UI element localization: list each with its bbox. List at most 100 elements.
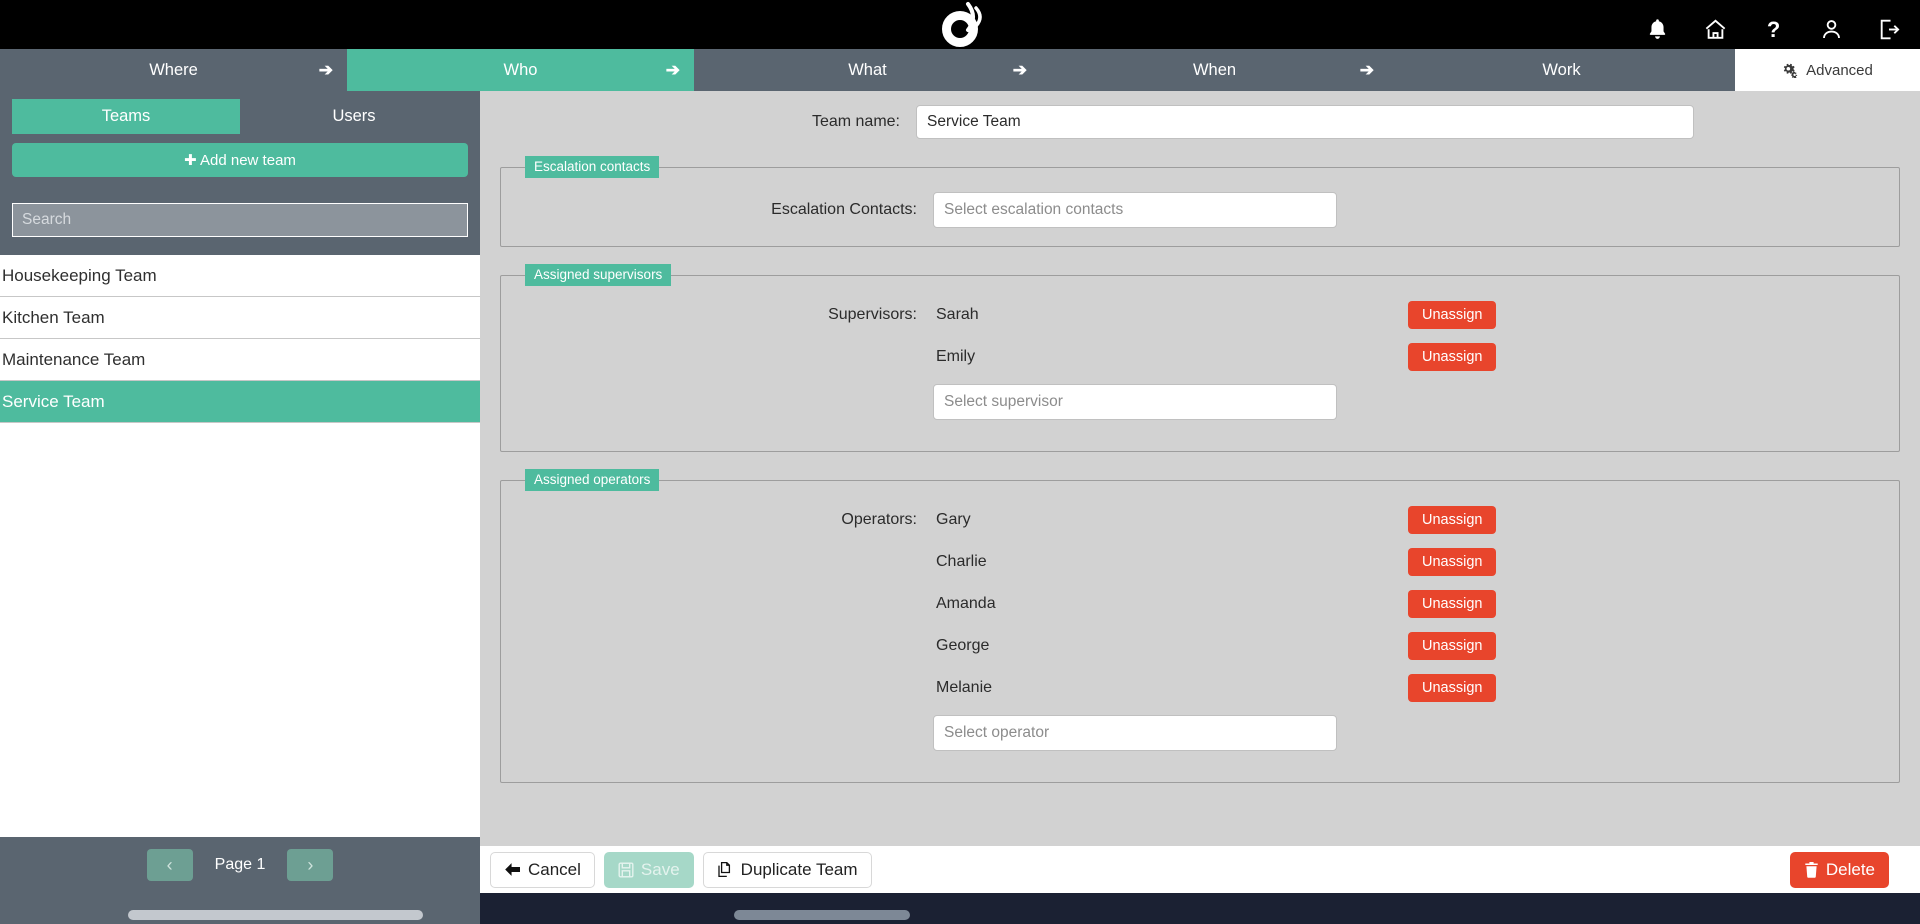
sidebar-tabs: Teams Users xyxy=(12,99,468,134)
next-page-button[interactable]: › xyxy=(287,849,333,881)
operator-row: Amanda Unassign xyxy=(517,589,1883,618)
chevron-right-icon: ➔ xyxy=(1360,62,1374,79)
wizard-step-when[interactable]: When ➔ xyxy=(1041,49,1388,91)
supervisor-select-row xyxy=(517,384,1883,420)
wizard-step-label: Work xyxy=(1542,61,1580,80)
operator-row: George Unassign xyxy=(517,631,1883,660)
plus-icon: ✚ xyxy=(184,152,197,169)
duplicate-team-button[interactable]: Duplicate Team xyxy=(703,852,872,888)
team-name-label: Kitchen Team xyxy=(2,308,105,328)
unassign-operator-button[interactable]: Unassign xyxy=(1408,506,1496,534)
wizard-step-where[interactable]: Where ➔ xyxy=(0,49,347,91)
wizard-step-label: Who xyxy=(504,61,538,80)
gears-icon xyxy=(1782,63,1799,78)
sidebar-horizontal-scrollbar[interactable] xyxy=(128,910,423,920)
operator-select-row xyxy=(517,715,1883,751)
supervisor-name: Sarah xyxy=(933,306,1337,324)
team-list-item[interactable]: Maintenance Team xyxy=(0,339,480,381)
pagination: ‹ Page 1 › xyxy=(0,837,480,893)
unassign-operator-button[interactable]: Unassign xyxy=(1408,632,1496,660)
chevron-left-icon: ‹ xyxy=(167,855,173,876)
sidebar-tab-teams[interactable]: Teams xyxy=(12,99,240,134)
prev-page-button[interactable]: ‹ xyxy=(147,849,193,881)
team-name-label: Team name: xyxy=(500,113,916,131)
main-horizontal-scrollbar[interactable] xyxy=(734,910,910,920)
team-list-item-selected[interactable]: Service Team xyxy=(0,381,480,423)
chevron-right-icon: ➔ xyxy=(666,62,680,79)
operator-name: Charlie xyxy=(933,553,1337,571)
unassign-supervisor-button[interactable]: Unassign xyxy=(1408,343,1496,371)
logout-icon[interactable] xyxy=(1872,12,1906,46)
team-name-label: Service Team xyxy=(2,392,105,412)
main-footer xyxy=(480,893,1920,924)
chevron-right-icon: ➔ xyxy=(319,62,333,79)
escalation-contacts-label: Escalation Contacts: xyxy=(517,201,933,219)
cancel-button[interactable]: Cancel xyxy=(490,852,595,888)
wizard-step-advanced[interactable]: Advanced xyxy=(1735,49,1920,91)
wizard-step-label: Where xyxy=(149,61,198,80)
wizard-nav: Where ➔ Who ➔ What ➔ When ➔ Work Advance… xyxy=(0,49,1920,91)
team-name-row: Team name: xyxy=(500,105,1900,139)
home-icon[interactable] xyxy=(1698,12,1732,46)
copy-icon xyxy=(717,861,734,878)
main-panel: Team name: Escalation contacts Escalatio… xyxy=(480,91,1920,924)
delete-button[interactable]: Delete xyxy=(1790,852,1889,888)
operator-row: Melanie Unassign xyxy=(517,673,1883,702)
search-input[interactable] xyxy=(12,203,468,237)
sidebar: Teams Users ✚ Add new team Housekeeping … xyxy=(0,91,480,924)
wizard-step-label: Advanced xyxy=(1806,62,1873,79)
unassign-operator-button[interactable]: Unassign xyxy=(1408,548,1496,576)
wizard-step-what[interactable]: What ➔ xyxy=(694,49,1041,91)
wizard-step-work[interactable]: Work xyxy=(1388,49,1735,91)
help-icon[interactable]: ? xyxy=(1756,12,1790,46)
add-new-team-button[interactable]: ✚ Add new team xyxy=(12,143,468,177)
unassign-operator-button[interactable]: Unassign xyxy=(1408,590,1496,618)
sidebar-tab-label: Teams xyxy=(102,107,151,125)
save-button[interactable]: Save xyxy=(604,852,694,888)
operator-row: Charlie Unassign xyxy=(517,547,1883,576)
assigned-operators-group: Assigned operators Operators: Gary Unass… xyxy=(500,469,1900,783)
supervisor-name: Emily xyxy=(933,348,1337,366)
wizard-step-who[interactable]: Who ➔ xyxy=(347,49,694,91)
sidebar-tab-label: Users xyxy=(332,107,375,125)
sidebar-footer xyxy=(0,893,480,924)
page-indicator: Page 1 xyxy=(215,856,266,874)
select-operator-input[interactable] xyxy=(933,715,1337,751)
arrow-left-icon xyxy=(504,862,521,877)
team-list-item[interactable]: Housekeeping Team xyxy=(0,255,480,297)
unassign-operator-button[interactable]: Unassign xyxy=(1408,674,1496,702)
cancel-label: Cancel xyxy=(528,860,581,880)
escalation-contacts-legend: Escalation contacts xyxy=(525,156,659,178)
team-list: Housekeeping Team Kitchen Team Maintenan… xyxy=(0,255,480,423)
sidebar-search xyxy=(12,203,468,237)
select-supervisor-input[interactable] xyxy=(933,384,1337,420)
unassign-supervisor-button[interactable]: Unassign xyxy=(1408,301,1496,329)
operator-name: Amanda xyxy=(933,595,1337,613)
save-label: Save xyxy=(641,860,680,880)
sidebar-tab-users[interactable]: Users xyxy=(240,99,468,134)
team-list-item[interactable]: Kitchen Team xyxy=(0,297,480,339)
team-form: Team name: Escalation contacts Escalatio… xyxy=(480,91,1920,860)
user-account-icon[interactable] xyxy=(1814,12,1848,46)
supervisor-row: Supervisors: Sarah Unassign xyxy=(517,300,1883,329)
escalation-contacts-row: Escalation Contacts: xyxy=(517,192,1883,228)
team-name-label: Maintenance Team xyxy=(2,350,145,370)
operator-name: Melanie xyxy=(933,679,1337,697)
notification-bell-icon[interactable] xyxy=(1640,12,1674,46)
team-name-input[interactable] xyxy=(916,105,1694,139)
duplicate-team-label: Duplicate Team xyxy=(741,860,858,880)
escalation-contacts-group: Escalation contacts Escalation Contacts: xyxy=(500,156,1900,247)
supervisors-label: Supervisors: xyxy=(517,306,933,324)
wizard-step-label: What xyxy=(848,61,887,80)
delete-label: Delete xyxy=(1826,860,1875,880)
escalation-contacts-select[interactable] xyxy=(933,192,1337,228)
logo-wave-icon xyxy=(964,0,986,40)
add-new-team-label: Add new team xyxy=(200,152,296,169)
operators-label: Operators: xyxy=(517,511,933,529)
operator-row: Operators: Gary Unassign xyxy=(517,505,1883,534)
svg-text:?: ? xyxy=(1766,17,1779,42)
assigned-supervisors-legend: Assigned supervisors xyxy=(525,264,671,286)
wizard-step-label: When xyxy=(1193,61,1236,80)
chevron-right-icon: › xyxy=(307,855,313,876)
operator-name: Gary xyxy=(933,511,1337,529)
